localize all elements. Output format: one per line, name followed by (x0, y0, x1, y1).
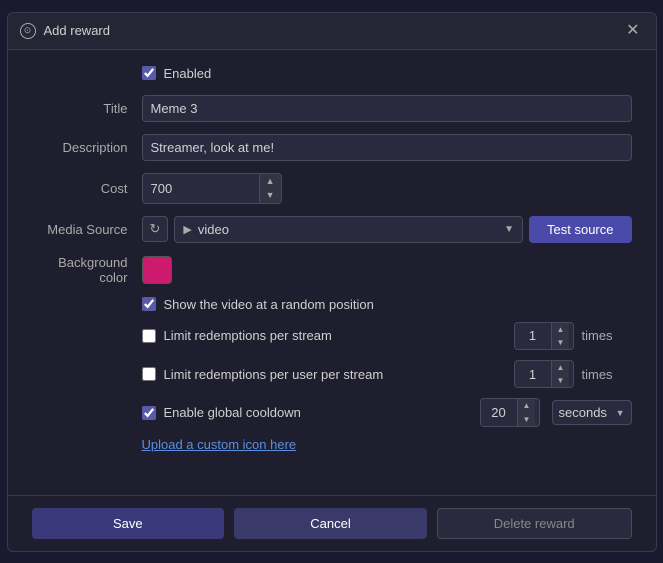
dialog-icon: ⊙ (20, 23, 36, 39)
upload-icon-link[interactable]: Upload a custom icon here (32, 437, 632, 452)
limit-per-user-spinner: ▲ ▼ (514, 360, 574, 388)
limit-per-stream-decrement[interactable]: ▼ (552, 336, 570, 349)
cost-spinner-buttons: ▲ ▼ (259, 174, 281, 203)
description-input[interactable] (142, 134, 632, 161)
limit-per-stream-increment[interactable]: ▲ (552, 323, 570, 336)
limit-per-stream-checkbox[interactable] (142, 329, 156, 343)
title-input[interactable] (142, 95, 632, 122)
add-reward-dialog: ⊙ Add reward ✕ Enabled Title Description… (7, 12, 657, 552)
limit-per-user-label: Limit redemptions per user per stream (164, 367, 506, 382)
limit-per-stream-spinner: ▲ ▼ (514, 322, 574, 350)
limit-per-user-input[interactable] (515, 363, 551, 386)
cost-field-label: Cost (32, 181, 142, 196)
close-button[interactable]: ✕ (622, 21, 643, 41)
dialog-content: Enabled Title Description Cost ▲ ▼ Me (8, 50, 656, 495)
cancel-button[interactable]: Cancel (234, 508, 427, 539)
show-random-row: Show the video at a random position (32, 297, 632, 312)
source-dropdown-arrow: ▼ (504, 224, 514, 235)
show-random-label: Show the video at a random position (164, 297, 374, 312)
enabled-checkbox[interactable] (142, 66, 156, 80)
background-color-swatch[interactable] (142, 256, 172, 284)
background-color-row: Background color (32, 255, 632, 285)
cooldown-increment[interactable]: ▲ (518, 399, 536, 412)
cost-decrement-button[interactable]: ▼ (260, 188, 281, 203)
cooldown-row: Enable global cooldown ▲ ▼ seconds ▼ (32, 398, 632, 426)
limit-per-user-row: Limit redemptions per user per stream ▲ … (32, 360, 632, 388)
cooldown-input[interactable] (481, 401, 517, 424)
source-name: video (198, 222, 498, 237)
cost-spinner: ▲ ▼ (142, 173, 282, 204)
limit-per-user-checkbox[interactable] (142, 367, 156, 381)
limit-per-stream-label: Limit redemptions per stream (164, 328, 506, 343)
title-row: Title (32, 95, 632, 122)
cooldown-decrement[interactable]: ▼ (518, 413, 536, 426)
cooldown-spinner-buttons: ▲ ▼ (517, 399, 536, 425)
media-source-label: Media Source (32, 222, 142, 237)
background-color-label: Background color (32, 255, 142, 285)
description-row: Description (32, 134, 632, 161)
dialog-footer: Save Cancel Delete reward (8, 495, 656, 551)
limit-per-user-spinner-buttons: ▲ ▼ (551, 361, 570, 387)
cooldown-unit-select[interactable]: seconds ▼ (552, 400, 632, 425)
cooldown-spinner: ▲ ▼ (480, 398, 540, 426)
limit-per-stream-spinner-buttons: ▲ ▼ (551, 323, 570, 349)
save-button[interactable]: Save (32, 508, 225, 539)
title-bar: ⊙ Add reward ✕ (8, 13, 656, 50)
play-icon: ▶ (183, 223, 191, 236)
enabled-row: Enabled (32, 66, 632, 81)
cost-input[interactable] (143, 176, 259, 201)
cooldown-unit-arrow: ▼ (616, 408, 625, 418)
media-source-row: Media Source ↻ ▶ video ▼ Test source (32, 216, 632, 243)
dialog-title: Add reward (44, 23, 110, 38)
cooldown-checkbox[interactable] (142, 406, 156, 420)
limit-per-user-unit: times (582, 367, 632, 382)
description-field-label: Description (32, 140, 142, 155)
cooldown-unit-label: seconds (559, 405, 612, 420)
cost-row: Cost ▲ ▼ (32, 173, 632, 204)
limit-per-stream-unit: times (582, 328, 632, 343)
test-source-button[interactable]: Test source (529, 216, 631, 243)
title-bar-left: ⊙ Add reward (20, 23, 110, 39)
source-select[interactable]: ▶ video ▼ (174, 216, 523, 243)
limit-per-stream-row: Limit redemptions per stream ▲ ▼ times (32, 322, 632, 350)
media-source-controls: ↻ ▶ video ▼ Test source (142, 216, 632, 243)
limit-per-stream-input[interactable] (515, 324, 551, 347)
enabled-label: Enabled (164, 66, 212, 81)
title-field-label: Title (32, 101, 142, 116)
limit-per-user-decrement[interactable]: ▼ (552, 374, 570, 387)
delete-reward-button[interactable]: Delete reward (437, 508, 632, 539)
limit-per-user-increment[interactable]: ▲ (552, 361, 570, 374)
refresh-source-button[interactable]: ↻ (142, 216, 169, 242)
cooldown-label: Enable global cooldown (164, 405, 472, 420)
show-random-checkbox[interactable] (142, 297, 156, 311)
cost-increment-button[interactable]: ▲ (260, 174, 281, 189)
